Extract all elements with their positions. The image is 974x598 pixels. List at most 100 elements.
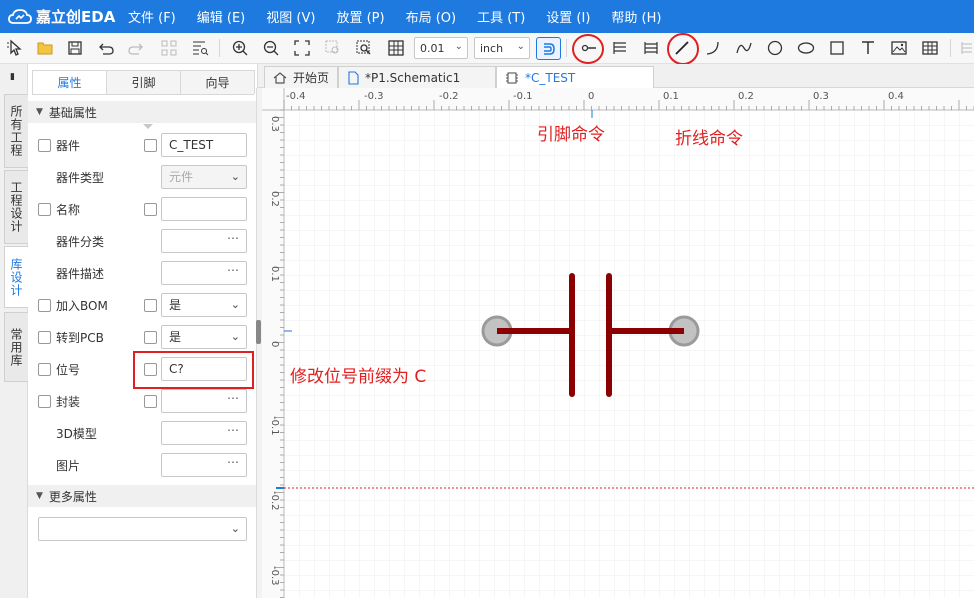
tab-library-design[interactable]: 库设计	[4, 246, 28, 308]
open-folder-icon[interactable]	[34, 37, 56, 59]
pin-command-annotation: 引脚命令	[537, 125, 605, 145]
splitter-grip[interactable]	[256, 320, 261, 344]
menu-tools[interactable]: 工具 (T)	[477, 7, 525, 26]
image-input[interactable]: ⋯	[161, 453, 247, 477]
designator-highlight	[133, 351, 254, 389]
ruler-top-label: 0.3	[813, 91, 829, 102]
device-type-select[interactable]: 元件 ⌄	[161, 165, 247, 189]
arc-tool-icon[interactable]	[702, 37, 724, 59]
ruler-top-label: -0.1	[513, 91, 533, 102]
menu-place[interactable]: 放置 (P)	[336, 7, 384, 26]
device-description-input[interactable]: ⋯	[161, 261, 247, 285]
snap-toggle-button[interactable]	[536, 37, 561, 60]
grid-icon[interactable]	[385, 37, 407, 59]
property-panel: 属性 引脚 向导 ▼ 基础属性 器件 C_TEST 器件类型 元件 ⌄ 名称 器件…	[28, 64, 258, 598]
bus-entry-icon[interactable]	[640, 37, 662, 59]
grid-size-select[interactable]: 0.01 ⌄	[414, 37, 468, 59]
zoom-selection-icon[interactable]	[322, 37, 344, 59]
tab-start-page[interactable]: 开始页	[264, 66, 338, 88]
rectangle-tool-icon[interactable]	[826, 37, 848, 59]
ruler-top-label: 0.1	[663, 91, 679, 102]
schematic-canvas[interactable]: -0.4 -0.3 -0.2 -0.1 0 0.1 0.2 0.3 0.4 0.…	[262, 88, 974, 598]
add-bom-checkbox[interactable]	[38, 299, 51, 312]
ruler-top-label: 0	[588, 91, 594, 102]
device-value-checkbox[interactable]	[144, 139, 157, 152]
device-input[interactable]: C_TEST	[161, 133, 247, 157]
add-bom-value-checkbox[interactable]	[144, 299, 157, 312]
ruler-left-label: -0.3	[269, 566, 280, 586]
more-tools-icon[interactable]	[956, 37, 974, 59]
footprint-value-checkbox[interactable]	[144, 395, 157, 408]
ruler-left-label: 0	[269, 341, 280, 347]
menu-bar: 嘉立创EDA 文件 (F) 编辑 (E) 视图 (V) 放置 (P) 布局 (O…	[0, 0, 974, 33]
name-checkbox[interactable]	[38, 203, 51, 216]
polyline-command-annotation: 折线命令	[675, 129, 743, 149]
menu-edit[interactable]: 编辑 (E)	[197, 7, 246, 26]
zoom-area-icon[interactable]	[353, 37, 375, 59]
3d-model-input[interactable]: ⋯	[161, 421, 247, 445]
ellipse-tool-icon[interactable]	[795, 37, 817, 59]
name-input[interactable]	[161, 197, 247, 221]
logo-text: 嘉立创EDA	[36, 8, 116, 26]
row-convert-pcb: 转到PCB 是 ⌄	[28, 325, 257, 349]
circle-tool-icon[interactable]	[764, 37, 786, 59]
unit-select[interactable]: inch ⌄	[474, 37, 530, 59]
find-list-icon[interactable]	[189, 37, 211, 59]
more-dots-icon: ⋯	[227, 423, 240, 437]
more-properties-select[interactable]: ⌄	[38, 517, 247, 541]
panel-tabs: 属性 引脚 向导	[32, 70, 255, 95]
collapse-triangle-icon: ▼	[36, 491, 43, 501]
more-dots-icon: ⋯	[227, 455, 240, 469]
undo-icon[interactable]	[95, 37, 117, 59]
menu-settings[interactable]: 设置 (I)	[546, 7, 590, 26]
select-tool-icon[interactable]	[4, 37, 26, 59]
zoom-in-icon[interactable]	[229, 37, 251, 59]
pin-array-icon[interactable]	[609, 37, 631, 59]
convert-pcb-checkbox[interactable]	[38, 331, 51, 344]
text-tool-icon[interactable]	[857, 37, 879, 59]
canvas-svg: -0.4 -0.3 -0.2 -0.1 0 0.1 0.2 0.3 0.4 0.…	[262, 88, 974, 598]
menu-layout[interactable]: 布局 (O)	[406, 7, 457, 26]
image-tool-icon[interactable]	[888, 37, 910, 59]
tab-c-test[interactable]: *C_TEST	[496, 66, 654, 89]
table-tool-icon[interactable]	[919, 37, 941, 59]
row-3d-model: 3D模型 ⋯	[28, 421, 257, 445]
menu-view[interactable]: 视图 (V)	[266, 7, 315, 26]
menu-help[interactable]: 帮助 (H)	[611, 7, 661, 26]
tab-pins[interactable]: 引脚	[106, 70, 181, 94]
document-icon	[348, 70, 359, 85]
tab-wizard[interactable]: 向导	[180, 70, 255, 94]
tab-properties[interactable]: 属性	[32, 70, 107, 94]
tab-common-library[interactable]: 常用库	[4, 312, 28, 382]
redo-icon[interactable]	[125, 37, 147, 59]
footprint-input[interactable]: ⋯	[161, 389, 247, 413]
save-icon[interactable]	[64, 37, 86, 59]
more-properties-header[interactable]: ▼ 更多属性	[28, 485, 257, 507]
convert-pcb-select[interactable]: 是 ⌄	[161, 325, 247, 349]
tab-project-design[interactable]: 工程设计	[4, 170, 28, 244]
name-value-checkbox[interactable]	[144, 203, 157, 216]
device-checkbox[interactable]	[38, 139, 51, 152]
pin-icon[interactable]: ▮	[10, 72, 15, 82]
align-grid-icon[interactable]	[158, 37, 180, 59]
fit-view-icon[interactable]	[291, 37, 313, 59]
ruler-top-label: -0.2	[439, 91, 459, 102]
cloud-icon	[8, 8, 32, 24]
footprint-checkbox[interactable]	[38, 395, 51, 408]
row-name: 名称	[28, 197, 257, 221]
bezier-tool-icon[interactable]	[733, 37, 755, 59]
convert-pcb-value-checkbox[interactable]	[144, 331, 157, 344]
chevron-down-icon: ⌄	[230, 170, 240, 183]
pin-tool-highlight	[572, 34, 604, 64]
chevron-down-icon: ⌄	[230, 522, 240, 535]
ruler-top-label: -0.4	[286, 91, 306, 102]
document-tabs: 开始页 *P1.Schematic1 *C_TEST	[258, 64, 974, 89]
designator-checkbox[interactable]	[38, 363, 51, 376]
add-bom-select[interactable]: 是 ⌄	[161, 293, 247, 317]
tab-schematic[interactable]: *P1.Schematic1	[338, 66, 496, 88]
basic-properties-header[interactable]: ▼ 基础属性	[28, 101, 257, 123]
menu-file[interactable]: 文件 (F)	[128, 7, 176, 26]
tab-all-projects[interactable]: 所有工程	[4, 94, 28, 168]
device-category-input[interactable]: ⋯	[161, 229, 247, 253]
zoom-out-icon[interactable]	[260, 37, 282, 59]
